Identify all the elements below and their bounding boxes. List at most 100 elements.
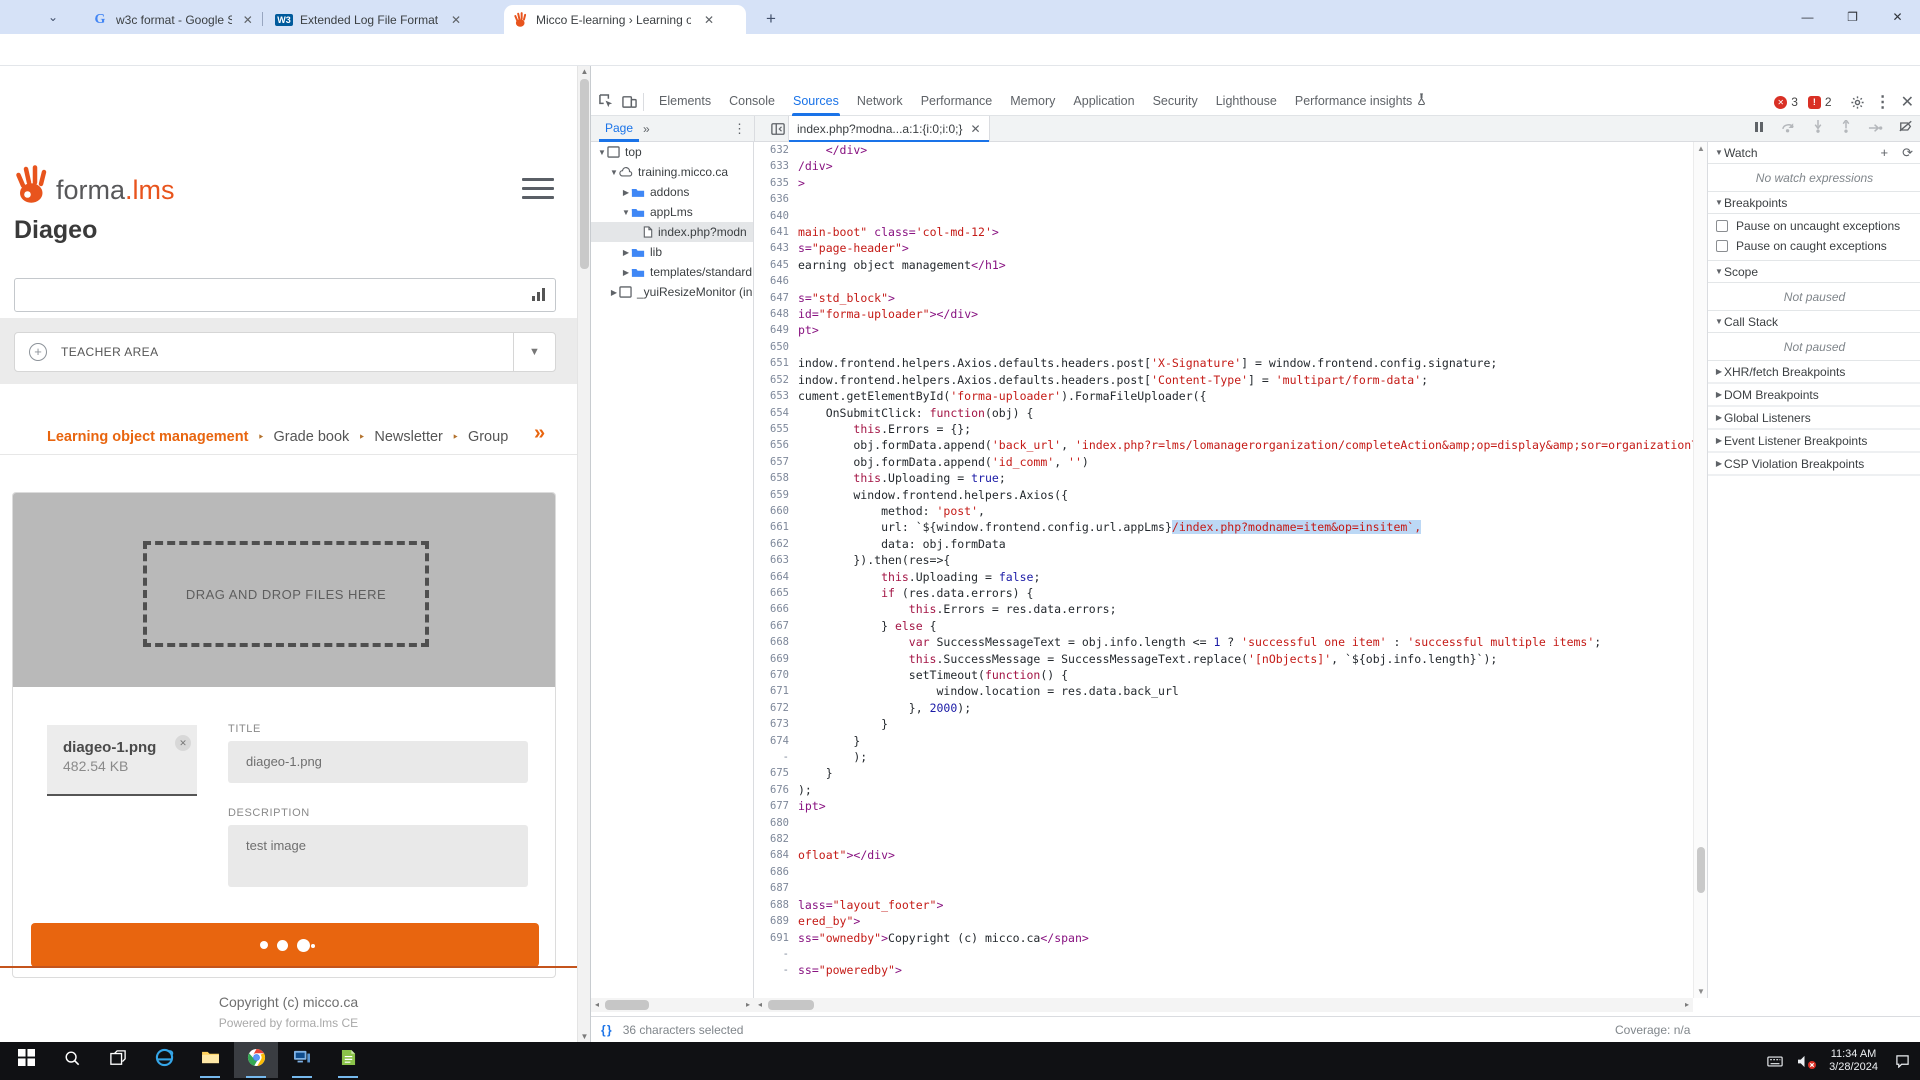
- code-line[interactable]: 643s="page-header">: [754, 240, 1693, 256]
- devtools-tab-performance-insights[interactable]: Performance insights: [1286, 88, 1436, 116]
- code-line[interactable]: 652indow.frontend.helpers.Axios.defaults…: [754, 372, 1693, 388]
- add-icon[interactable]: +: [1881, 145, 1889, 161]
- breadcrumb-item-4[interactable]: Group: [468, 429, 508, 445]
- checkbox[interactable]: [1716, 220, 1728, 232]
- action-center-icon[interactable]: [1895, 1054, 1910, 1068]
- section-header[interactable]: ▶ Event Listener Breakpoints: [1708, 430, 1920, 452]
- code-line[interactable]: -: [754, 946, 1693, 962]
- section-header[interactable]: ▼ Watch+⟳: [1708, 142, 1920, 164]
- code-line[interactable]: 650: [754, 339, 1693, 355]
- code-line[interactable]: 649pt>: [754, 322, 1693, 338]
- devtools-tab-network[interactable]: Network: [848, 88, 912, 116]
- tab-search-button[interactable]: ⌄: [38, 5, 68, 29]
- breadcrumb-item-1[interactable]: Learning object management: [47, 429, 248, 445]
- more-tabs-icon[interactable]: »: [643, 116, 650, 142]
- code-line[interactable]: 669 this.SuccessMessage = SuccessMessage…: [754, 651, 1693, 667]
- devtools-close-icon[interactable]: ✕: [1901, 92, 1914, 112]
- code-line[interactable]: 648id="forma-uploader"></div>: [754, 306, 1693, 322]
- section-header[interactable]: ▼ Call Stack: [1708, 311, 1920, 333]
- description-field[interactable]: test image: [228, 825, 528, 887]
- code-line[interactable]: 687: [754, 880, 1693, 896]
- browser-tab-3[interactable]: Micco E-learning › Learning ob✕: [504, 5, 746, 34]
- tree-item-training-micco-ca[interactable]: ▼training.micco.ca: [591, 162, 753, 182]
- breadcrumb-item-3[interactable]: Newsletter: [374, 429, 443, 445]
- remove-file-icon[interactable]: ✕: [175, 735, 191, 751]
- tree-item-index-php-modn[interactable]: index.php?modn: [591, 222, 753, 242]
- devtools-tab-console[interactable]: Console: [720, 88, 784, 116]
- code-line[interactable]: 633/div>: [754, 158, 1693, 174]
- page-scrollbar[interactable]: ▲ ▼: [577, 66, 590, 1042]
- pause-exception-checkbox-row[interactable]: Pause on caught exceptions: [1708, 236, 1920, 256]
- teacher-area-accordion[interactable]: + TEACHER AREA ▼: [14, 332, 556, 372]
- code-line[interactable]: 664 this.Uploading = false;: [754, 569, 1693, 585]
- title-field[interactable]: diageo-1.png: [228, 741, 528, 783]
- expand-arrow-icon[interactable]: ▼: [1714, 267, 1724, 276]
- collapse-arrow-icon[interactable]: ▶: [1714, 459, 1724, 468]
- touch-keyboard-icon[interactable]: [1767, 1055, 1783, 1068]
- code-line[interactable]: 640: [754, 208, 1693, 224]
- tree-item--yuiresizemonitor-in[interactable]: ▶_yuiResizeMonitor (in: [591, 282, 753, 302]
- code-line[interactable]: 660 method: 'post',: [754, 503, 1693, 519]
- expand-arrow-icon[interactable]: ▼: [609, 168, 619, 177]
- code-line[interactable]: 666 this.Errors = res.data.errors;: [754, 601, 1693, 617]
- code-line[interactable]: 689ered_by">: [754, 913, 1693, 929]
- section-header[interactable]: ▶ Global Listeners: [1708, 407, 1920, 429]
- collapse-arrow-icon[interactable]: ▶: [609, 288, 619, 297]
- code-line[interactable]: 663 }).then(res=>{: [754, 552, 1693, 568]
- code-line[interactable]: 670 setTimeout(function() {: [754, 667, 1693, 683]
- taskbar-pc-button[interactable]: [280, 1042, 324, 1078]
- expand-arrow-icon[interactable]: ▼: [1714, 198, 1724, 207]
- tree-item-addons[interactable]: ▶addons: [591, 182, 753, 202]
- settings-gear-icon[interactable]: [1850, 95, 1865, 110]
- navigator-menu-icon[interactable]: ⋮: [733, 116, 746, 142]
- code-vscrollbar[interactable]: ▲ ▼: [1693, 142, 1707, 998]
- navigator-tab-page[interactable]: Page: [597, 116, 641, 142]
- devtools-tab-performance[interactable]: Performance: [912, 88, 1002, 116]
- code-line[interactable]: 632 </div>: [754, 142, 1693, 158]
- code-line[interactable]: 654 OnSubmitClick: function(obj) {: [754, 405, 1693, 421]
- code-line[interactable]: 655 this.Errors = {};: [754, 421, 1693, 437]
- pause-exception-checkbox-row[interactable]: Pause on uncaught exceptions: [1708, 216, 1920, 236]
- dropzone[interactable]: DRAG AND DROP FILES HERE: [13, 493, 555, 687]
- menu-icon[interactable]: [522, 178, 554, 199]
- close-button[interactable]: ✕: [1875, 10, 1920, 24]
- code-line[interactable]: 691ss="ownedby">Copyright (c) micco.ca</…: [754, 930, 1693, 946]
- code-line[interactable]: -ss="poweredby">: [754, 962, 1693, 978]
- taskbar-clock[interactable]: 11:34 AM 3/28/2024: [1829, 1048, 1878, 1074]
- expand-arrow-icon[interactable]: ▼: [1714, 148, 1724, 157]
- code-line[interactable]: 675 }: [754, 765, 1693, 781]
- scrollbar-thumb[interactable]: [580, 79, 589, 269]
- hide-navigator-icon[interactable]: [771, 122, 785, 136]
- collapse-arrow-icon[interactable]: ▶: [1714, 413, 1724, 422]
- code-line[interactable]: 636: [754, 191, 1693, 207]
- error-badge[interactable]: ✕3: [1774, 95, 1798, 109]
- expand-arrow-icon[interactable]: ▼: [1714, 317, 1724, 326]
- devtools-tab-application[interactable]: Application: [1064, 88, 1143, 116]
- collapse-arrow-icon[interactable]: ▶: [1714, 367, 1724, 376]
- code-line[interactable]: 668 var SuccessMessageText = obj.info.le…: [754, 634, 1693, 650]
- code-line[interactable]: 659 window.frontend.helpers.Axios({: [754, 487, 1693, 503]
- section-header[interactable]: ▶ XHR/fetch Breakpoints: [1708, 361, 1920, 383]
- checkbox[interactable]: [1716, 240, 1728, 252]
- section-header[interactable]: ▶ DOM Breakpoints: [1708, 384, 1920, 406]
- code-line[interactable]: 674 }: [754, 733, 1693, 749]
- restore-button[interactable]: ❐: [1830, 10, 1875, 24]
- taskbar-notes-button[interactable]: [326, 1042, 370, 1078]
- step-into-icon[interactable]: [1812, 120, 1824, 138]
- devtools-menu-icon[interactable]: ⋮: [1875, 92, 1891, 112]
- chevron-down-icon[interactable]: ▼: [513, 333, 555, 371]
- code-line[interactable]: 667 } else {: [754, 618, 1693, 634]
- code-line[interactable]: 641main-boot" class='col-md-12'>: [754, 224, 1693, 240]
- navigator-hscrollbar[interactable]: ◂ ▸: [591, 998, 754, 1012]
- code-line[interactable]: 673 }: [754, 716, 1693, 732]
- tab-close-icon[interactable]: ✕: [242, 12, 254, 28]
- devtools-tab-lighthouse[interactable]: Lighthouse: [1207, 88, 1286, 116]
- code-line[interactable]: 661 url: `${window.frontend.config.url.a…: [754, 519, 1693, 535]
- breadcrumb-overflow-icon[interactable]: »: [534, 422, 545, 445]
- code-line[interactable]: 680: [754, 815, 1693, 831]
- new-tab-button[interactable]: +: [758, 7, 784, 33]
- taskbar-taskview-button[interactable]: [96, 1042, 140, 1078]
- browser-tab-2[interactable]: W3Extended Log File Format✕: [268, 5, 496, 34]
- collapse-arrow-icon[interactable]: ▶: [621, 188, 631, 197]
- step-over-icon[interactable]: [1781, 120, 1796, 138]
